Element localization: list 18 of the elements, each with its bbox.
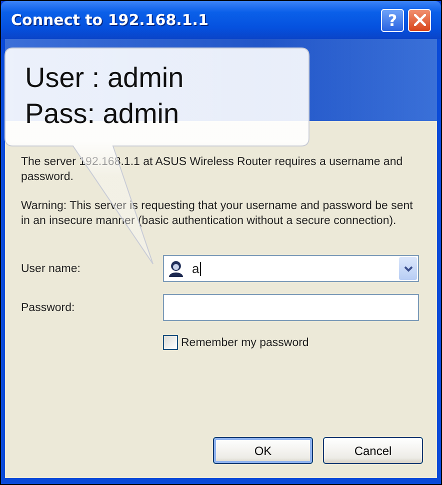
callout-text: Pass: admin bbox=[25, 97, 180, 131]
chevron-down-icon bbox=[404, 266, 412, 272]
dialog-button[interactable]: OK bbox=[213, 437, 313, 464]
remember-checkbox[interactable] bbox=[163, 335, 178, 350]
callout-text: User : admin bbox=[25, 61, 184, 95]
close-button[interactable] bbox=[408, 8, 431, 32]
field-label: Password: bbox=[21, 302, 76, 314]
password-field[interactable] bbox=[163, 294, 419, 321]
dialog-button[interactable]: Cancel bbox=[323, 437, 423, 464]
user-icon bbox=[168, 260, 184, 277]
window-title: Connect to 192.168.1.1 bbox=[11, 11, 208, 29]
warning-text: Warning: This server is requesting that your username and password be sent in an insecure manner (basic authentication without a secure connection). bbox=[21, 199, 414, 229]
message-text: The server 192.168.1.1 at ASUS Wireless Router requires a username and password. bbox=[21, 155, 404, 185]
close-icon bbox=[414, 14, 426, 26]
username-field[interactable]: a bbox=[163, 255, 419, 282]
checkbox-label: Remember my password bbox=[181, 336, 309, 348]
field-label: User name: bbox=[21, 262, 82, 274]
dropdown-button[interactable] bbox=[399, 257, 417, 280]
